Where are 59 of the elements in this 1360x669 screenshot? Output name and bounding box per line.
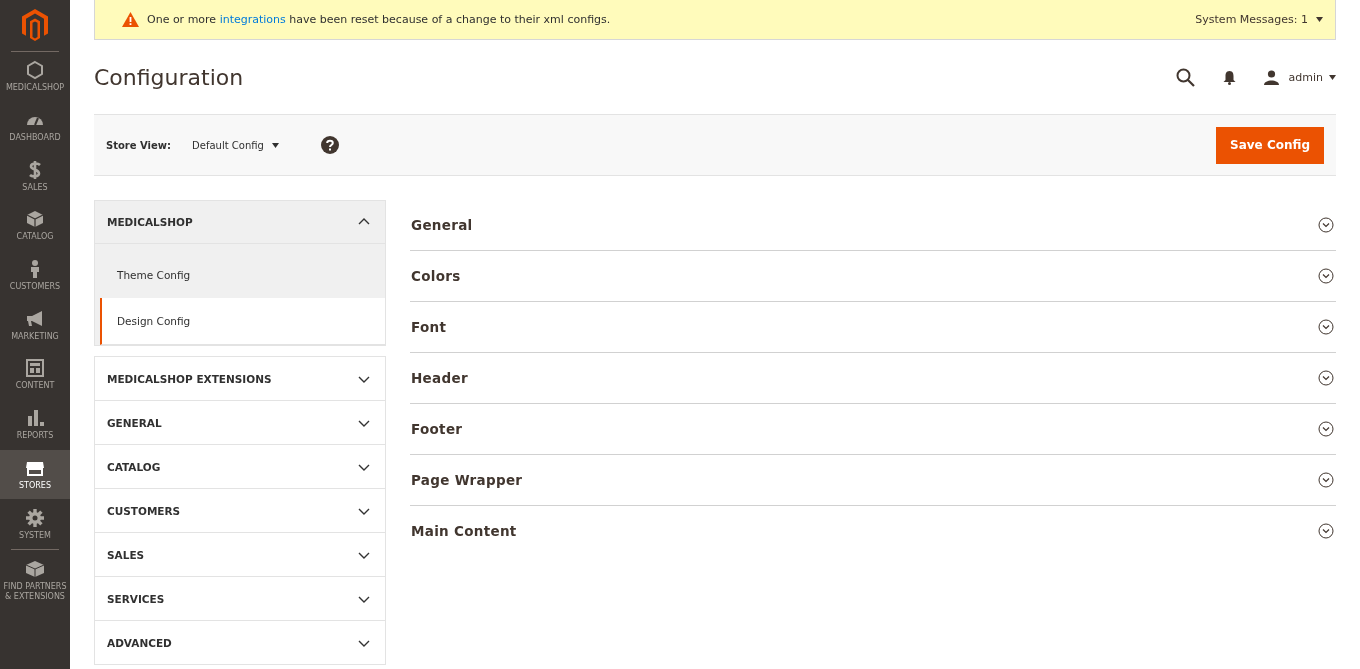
page-title: Configuration (94, 64, 245, 90)
nav-icon (25, 209, 45, 230)
nav-item[interactable]: CATALOG (0, 201, 70, 251)
config-section-header[interactable]: MEDICALSHOP EXTENSIONS (95, 357, 385, 400)
logo-icon[interactable] (22, 9, 48, 41)
nav-item[interactable]: FIND PARTNERS & EXTENSIONS (0, 552, 70, 609)
collapsible-section[interactable]: Page Wrapper (410, 455, 1336, 506)
chevron-circle-icon (1318, 319, 1334, 335)
collapsible-section[interactable]: Footer (410, 404, 1336, 455)
admin-menu[interactable]: admin (1263, 69, 1336, 85)
caret-icon (1316, 17, 1323, 22)
chevron-circle-icon (1318, 472, 1334, 488)
nav-item[interactable]: DASHBOARD (0, 101, 70, 152)
help-icon[interactable] (320, 136, 339, 154)
chevron-circle-icon (1318, 370, 1334, 386)
integrations-link[interactable]: integrations (219, 13, 286, 26)
system-messages-toggle[interactable]: System Messages: 1 (1195, 13, 1323, 26)
warning-icon (122, 12, 139, 27)
nav-icon (25, 507, 45, 528)
nav-item[interactable]: SYSTEM (0, 499, 70, 549)
nav-item[interactable]: MEDICALSHOP (0, 52, 70, 102)
collapsible-section[interactable]: Header (410, 353, 1336, 404)
config-tab-item[interactable]: Theme Config (100, 252, 385, 298)
nav-icon (25, 559, 45, 580)
config-section-header[interactable]: CUSTOMERS (95, 489, 385, 532)
search-icon[interactable] (1175, 67, 1195, 87)
nav-item[interactable]: SALES (0, 151, 70, 202)
collapsible-section[interactable]: Main Content (410, 506, 1336, 556)
nav-icon (25, 308, 45, 329)
chevron-circle-icon (1318, 217, 1334, 233)
nav-item[interactable]: STORES (0, 449, 70, 500)
collapsible-section[interactable]: Font (410, 302, 1336, 353)
nav-item[interactable]: CONTENT (0, 350, 70, 400)
config-section-header[interactable]: ADVANCED (95, 621, 385, 664)
store-view-label: Store View: (106, 139, 172, 151)
chevron-circle-icon (1318, 523, 1334, 539)
save-config-button[interactable]: Save Config (1216, 126, 1324, 164)
nav-icon (25, 408, 45, 429)
nav-icon (25, 60, 45, 81)
config-section-header[interactable]: MEDICALSHOP (95, 201, 385, 244)
collapsible-section[interactable]: General (410, 200, 1336, 251)
store-view-dropdown[interactable]: Default Config (192, 139, 279, 151)
nav-item[interactable]: REPORTS (0, 399, 70, 450)
nav-icon (25, 358, 45, 379)
caret-icon (271, 142, 279, 148)
config-section-header[interactable]: GENERAL (95, 401, 385, 444)
chevron-circle-icon (1318, 421, 1334, 437)
nav-item[interactable]: CUSTOMERS (0, 250, 70, 301)
user-icon (1263, 69, 1279, 85)
chevron-circle-icon (1318, 268, 1334, 284)
collapsible-section[interactable]: Colors (410, 251, 1336, 302)
config-section-header[interactable]: SALES (95, 533, 385, 576)
message-text: One or more integrations have been reset because of a change to their xml configs. (147, 13, 612, 26)
nav-item[interactable]: MARKETING (0, 300, 70, 351)
caret-icon (1329, 74, 1336, 80)
config-tab-item[interactable]: Design Config (100, 298, 385, 345)
config-section-header[interactable]: CATALOG (95, 445, 385, 488)
config-section-header[interactable]: SERVICES (95, 577, 385, 620)
bell-icon[interactable] (1222, 69, 1236, 85)
